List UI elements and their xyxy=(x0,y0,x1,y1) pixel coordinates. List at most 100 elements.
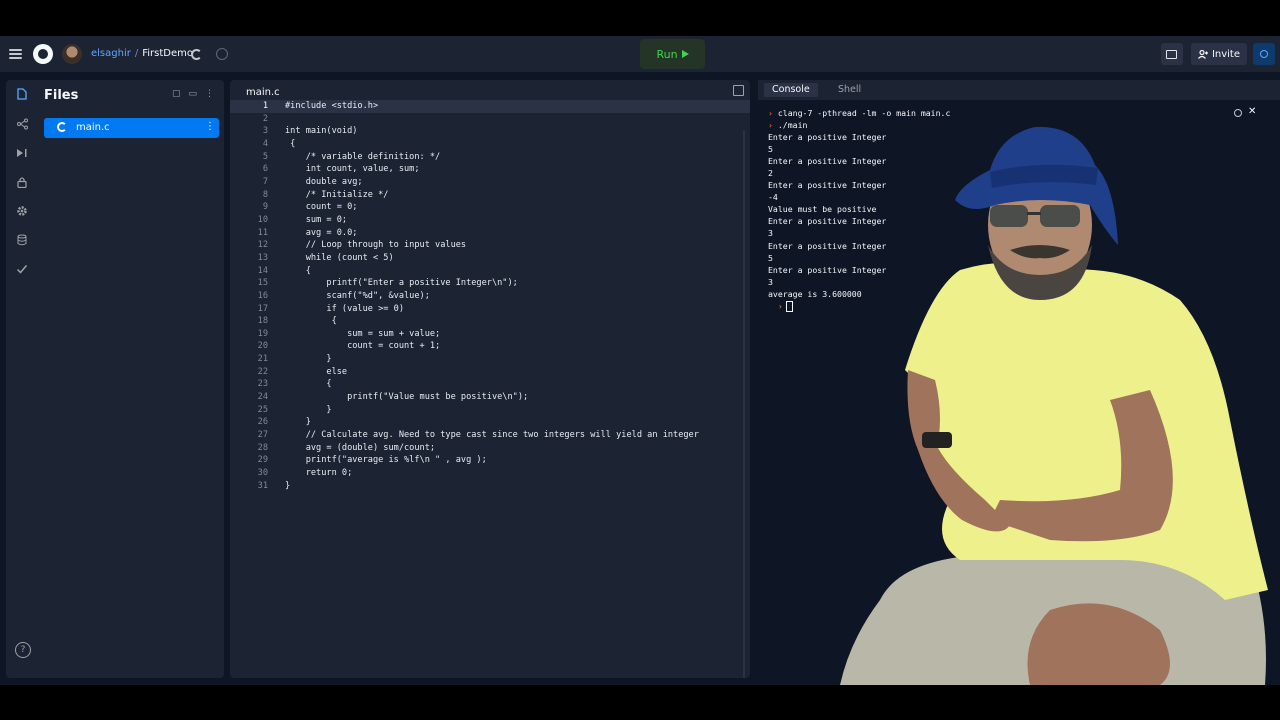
code-text: /* Initialize */ xyxy=(285,189,389,200)
line-number: 7 xyxy=(262,176,268,187)
code-line[interactable]: 15 printf("Enter a positive Integer\n"); xyxy=(230,277,750,290)
console-line: Enter a positive Integer xyxy=(768,179,950,191)
code-line[interactable]: 30 return 0; xyxy=(230,467,750,480)
top-bar: elsaghir / FirstDemo Run Invite xyxy=(0,36,1280,72)
header-actions: Invite xyxy=(1160,36,1280,72)
code-line[interactable]: 9 count = 0; xyxy=(230,201,750,214)
code-line[interactable]: 20 count = count + 1; xyxy=(230,340,750,353)
console-tabs: Console Shell xyxy=(758,80,1280,100)
breadcrumb: elsaghir / FirstDemo xyxy=(91,48,193,59)
code-text: printf("average is %lf\n " , avg ); xyxy=(285,455,487,466)
console-line: 3 xyxy=(768,276,950,288)
help-icon[interactable]: ? xyxy=(15,642,31,658)
code-line[interactable]: 5 /* variable definition: */ xyxy=(230,151,750,164)
console-search-icon[interactable] xyxy=(1234,109,1242,117)
play-icon xyxy=(681,50,689,58)
code-text: printf("Enter a positive Integer\n"); xyxy=(285,278,518,289)
checkmark-icon[interactable] xyxy=(16,263,28,275)
line-number: 24 xyxy=(257,392,268,403)
close-icon[interactable]: ✕ xyxy=(1248,106,1256,117)
code-editor[interactable]: main.c 1 #include <stdio.h> 2 3 int main(voi… xyxy=(230,80,750,678)
console-output[interactable]: › clang-7 -pthread -lm -o main main.c › .… xyxy=(768,107,950,312)
version-control-icon[interactable] xyxy=(16,118,28,130)
file-options-icon[interactable]: ⋮ xyxy=(205,121,215,132)
breadcrumb-project[interactable]: FirstDemo xyxy=(142,48,193,59)
file-item-main-c[interactable]: main.c ⋮ xyxy=(44,118,219,138)
code-line[interactable]: 28 avg = (double) sum/count; xyxy=(230,442,750,455)
chat-icon[interactable] xyxy=(1160,43,1183,65)
code-line[interactable]: 13 while (count < 5) xyxy=(230,252,750,265)
code-text: // Calculate avg. Need to type cast sinc… xyxy=(285,430,699,441)
code-line[interactable]: 4 { xyxy=(230,138,750,151)
menu-icon[interactable] xyxy=(9,49,22,59)
new-file-icon[interactable]: ▢ xyxy=(172,89,181,99)
code-text: { xyxy=(285,379,332,390)
format-icon[interactable] xyxy=(733,85,744,96)
console-text: Enter a positive Integer xyxy=(768,132,887,143)
line-number: 6 xyxy=(262,164,268,175)
code-area[interactable]: 1 #include <stdio.h> 2 3 int main(void) 4 {5 … xyxy=(230,100,750,492)
code-line[interactable]: 29 printf("average is %lf\n " , avg ); xyxy=(230,454,750,467)
code-line[interactable]: 18 { xyxy=(230,315,750,328)
more-icon[interactable]: ⋮ xyxy=(205,89,214,99)
editor-scrollbar[interactable] xyxy=(743,130,745,678)
code-line[interactable]: 11 avg = 0.0; xyxy=(230,227,750,240)
code-text: count = count + 1; xyxy=(285,341,441,352)
code-line[interactable]: 3 int main(void) xyxy=(230,125,750,138)
code-line[interactable]: 16 scanf("%d", &value); xyxy=(230,290,750,303)
code-line[interactable]: 10 sum = 0; xyxy=(230,214,750,227)
code-line[interactable]: 25 } xyxy=(230,404,750,417)
console-line: Enter a positive Integer xyxy=(768,131,950,143)
avatar[interactable] xyxy=(62,44,82,64)
code-line[interactable]: 2 xyxy=(230,113,750,126)
code-text: avg = 0.0; xyxy=(285,227,358,238)
breadcrumb-user[interactable]: elsaghir xyxy=(91,48,131,59)
code-line[interactable]: 22 else xyxy=(230,366,750,379)
line-number: 16 xyxy=(257,290,268,301)
console-input-line[interactable]: › xyxy=(768,300,950,312)
code-line[interactable]: 12 // Loop through to input values xyxy=(230,239,750,252)
history-icon[interactable] xyxy=(216,48,228,60)
line-number: 31 xyxy=(257,480,268,491)
console-line: 5 xyxy=(768,143,950,155)
add-user-icon xyxy=(1197,49,1208,59)
run-button[interactable]: Run xyxy=(640,39,705,69)
code-line[interactable]: 17 if (value >= 0) xyxy=(230,303,750,316)
lock-icon[interactable] xyxy=(16,176,28,188)
terminal-cursor xyxy=(785,300,793,312)
line-number: 18 xyxy=(257,316,268,327)
code-line[interactable]: 19 sum = sum + value; xyxy=(230,328,750,341)
files-actions: ▢ ▭ ⋮ xyxy=(172,89,214,99)
gear-icon[interactable] xyxy=(16,205,28,217)
code-text: /* variable definition: */ xyxy=(285,151,441,162)
database-icon[interactable] xyxy=(16,234,28,246)
console-line: Enter a positive Integer xyxy=(768,264,950,276)
new-folder-icon[interactable]: ▭ xyxy=(188,89,197,99)
line-number: 21 xyxy=(257,354,268,365)
line-number: 4 xyxy=(262,138,268,149)
console-line: 2 xyxy=(768,167,950,179)
search-icon[interactable] xyxy=(1253,43,1275,65)
code-line[interactable]: 26 } xyxy=(230,416,750,429)
prompt-glyph: › xyxy=(768,108,773,118)
tab-shell[interactable]: Shell xyxy=(830,83,869,97)
tab-console[interactable]: Console xyxy=(764,83,818,97)
code-line[interactable]: 23 { xyxy=(230,378,750,391)
code-line[interactable]: 8 /* Initialize */ xyxy=(230,189,750,202)
code-line[interactable]: 24 printf("Value must be positive\n"); xyxy=(230,391,750,404)
invite-button[interactable]: Invite xyxy=(1190,43,1247,65)
line-number: 2 xyxy=(262,113,268,124)
code-line[interactable]: 14 { xyxy=(230,265,750,278)
code-line[interactable]: 7 double avg; xyxy=(230,176,750,189)
debugger-icon[interactable] xyxy=(16,147,28,159)
code-line[interactable]: 31} xyxy=(230,480,750,493)
replit-logo-icon[interactable] xyxy=(33,44,53,64)
code-line[interactable]: 21 } xyxy=(230,353,750,366)
files-icon[interactable] xyxy=(16,88,28,100)
letterbox-top xyxy=(0,0,1280,36)
code-line[interactable]: 6 int count, value, sum; xyxy=(230,163,750,176)
code-line[interactable]: 27 // Calculate avg. Need to type cast s… xyxy=(230,429,750,442)
letterbox-bottom xyxy=(0,685,1280,720)
line-number: 23 xyxy=(257,379,268,390)
code-line[interactable]: 1 #include <stdio.h> xyxy=(230,100,750,113)
